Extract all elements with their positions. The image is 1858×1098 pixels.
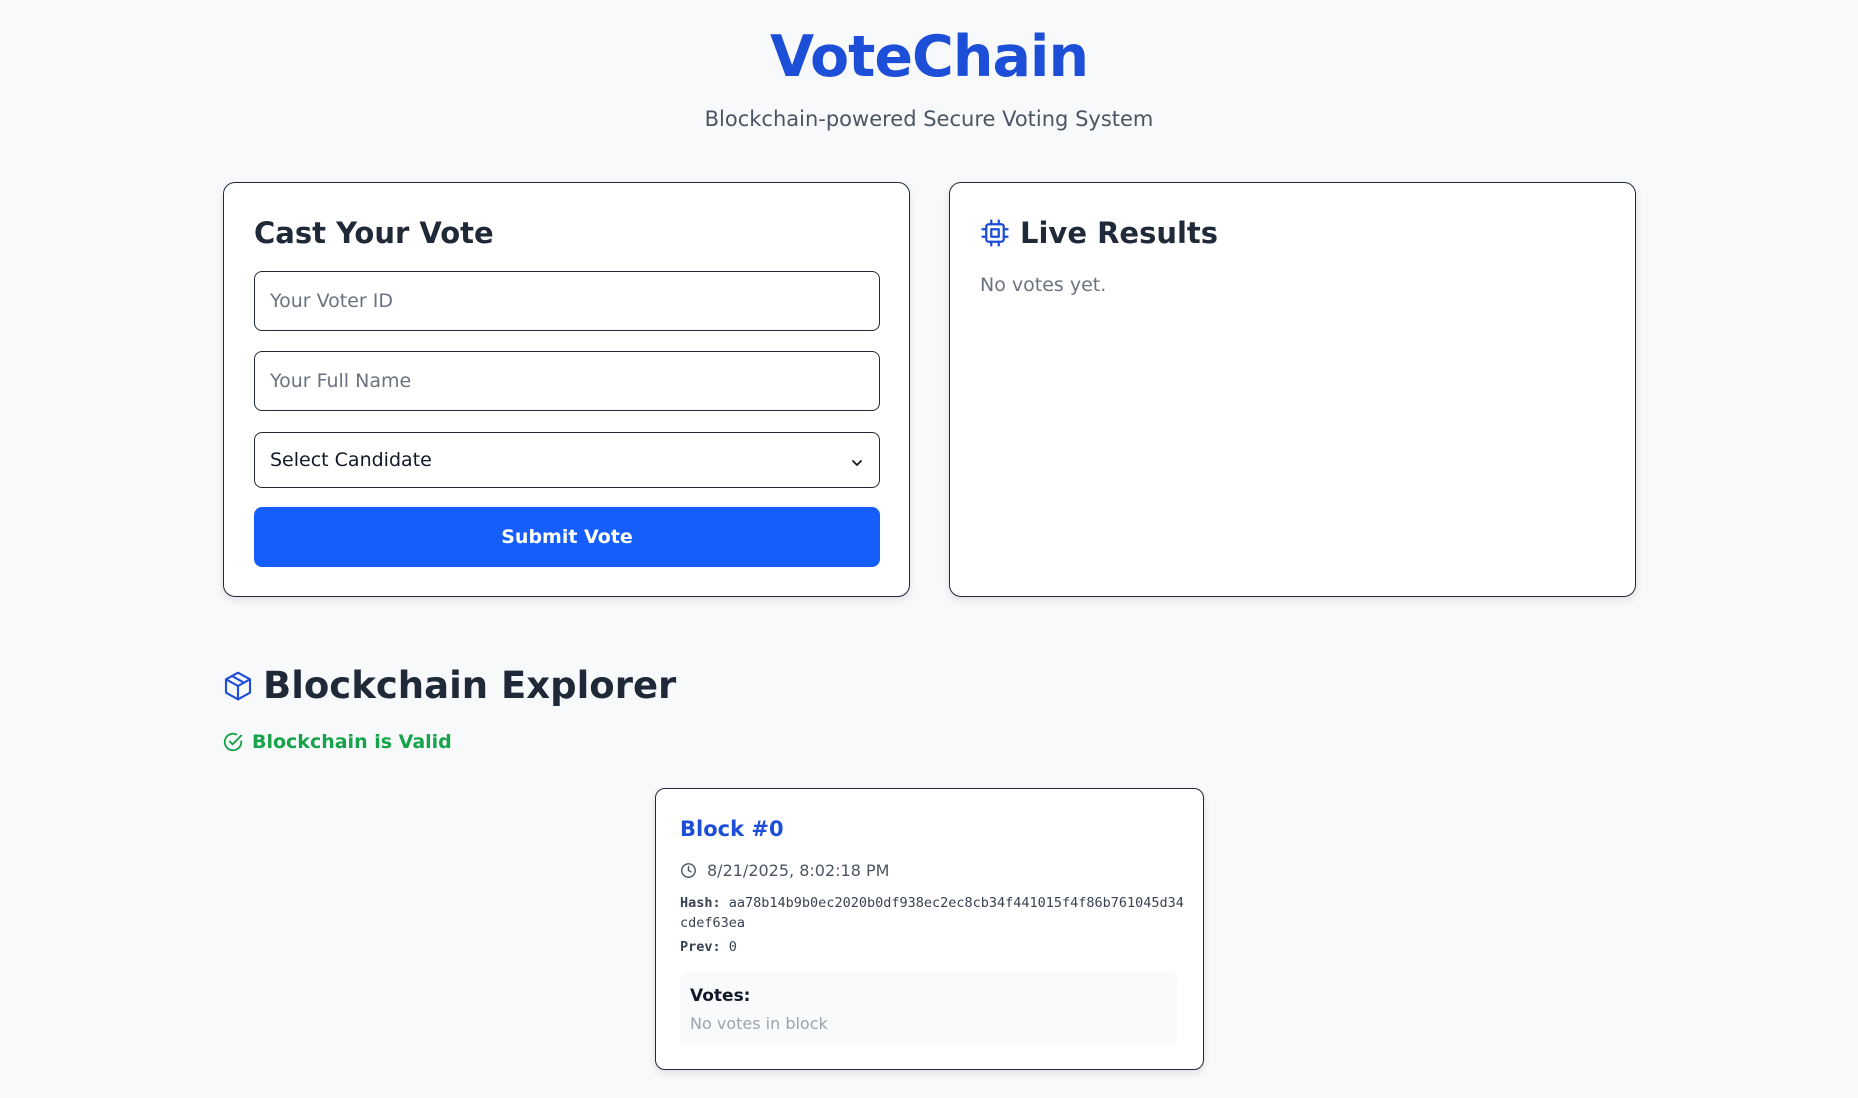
chain-valid-text: Blockchain is Valid	[252, 731, 452, 753]
results-title-text: Live Results	[1020, 216, 1219, 250]
block-prev-value: 0	[728, 939, 737, 955]
block-hash-label: Hash:	[680, 895, 721, 911]
block-hash: Hash: aa78b14b9b0ec2020b0df938ec2ec8cb34…	[680, 893, 1185, 933]
block-hash-value: aa78b14b9b0ec2020b0df938ec2ec8cb34f44101…	[680, 895, 1184, 931]
check-circle-icon	[222, 731, 244, 753]
block-timestamp: 8/21/2025, 8:02:18 PM	[680, 861, 889, 880]
explorer-title-text: Blockchain Explorer	[263, 664, 677, 707]
page: VoteChain Blockchain-powered Secure Voti…	[0, 0, 1858, 1098]
app-header: VoteChain Blockchain-powered Secure Voti…	[0, 22, 1858, 132]
vote-form-title-text: Cast Your Vote	[254, 216, 494, 250]
chevron-down-icon	[850, 453, 864, 467]
voter-id-input[interactable]	[254, 271, 880, 331]
candidate-select-value: Select Candidate	[270, 449, 432, 471]
block-votes-empty: No votes in block	[690, 1014, 828, 1033]
block-timestamp-text: 8/21/2025, 8:02:18 PM	[707, 861, 890, 880]
results-title: Live Results	[980, 216, 1218, 250]
block-votes-label: Votes:	[690, 986, 751, 1006]
chain-valid-status: Blockchain is Valid	[222, 731, 452, 753]
cpu-chip-icon	[980, 218, 1010, 248]
results-empty-text: No votes yet.	[980, 274, 1107, 296]
app-subtitle: Blockchain-powered Secure Voting System	[704, 107, 1154, 131]
block-title: Block #0	[680, 817, 784, 841]
block-card: Block #0 8/21/2025, 8:02:18 PM Hash: aa7…	[655, 788, 1204, 1070]
full-name-input[interactable]	[254, 351, 880, 411]
vote-form-title: Cast Your Vote	[254, 216, 494, 250]
submit-vote-button[interactable]: Submit Vote	[254, 507, 880, 567]
cube-icon	[222, 670, 254, 702]
explorer-title: Blockchain Explorer	[222, 664, 676, 707]
block-prev-label: Prev:	[680, 939, 721, 955]
app-title: VoteChain	[769, 24, 1089, 90]
candidate-select[interactable]: Select Candidate	[254, 432, 880, 488]
results-card: Live Results No votes yet.	[949, 182, 1636, 597]
block-prev: Prev: 0	[680, 937, 737, 957]
block-votes-box: Votes: No votes in block	[680, 972, 1177, 1045]
clock-icon	[680, 862, 697, 879]
vote-form-card: Cast Your Vote Select Candidate Submit V…	[223, 182, 910, 597]
